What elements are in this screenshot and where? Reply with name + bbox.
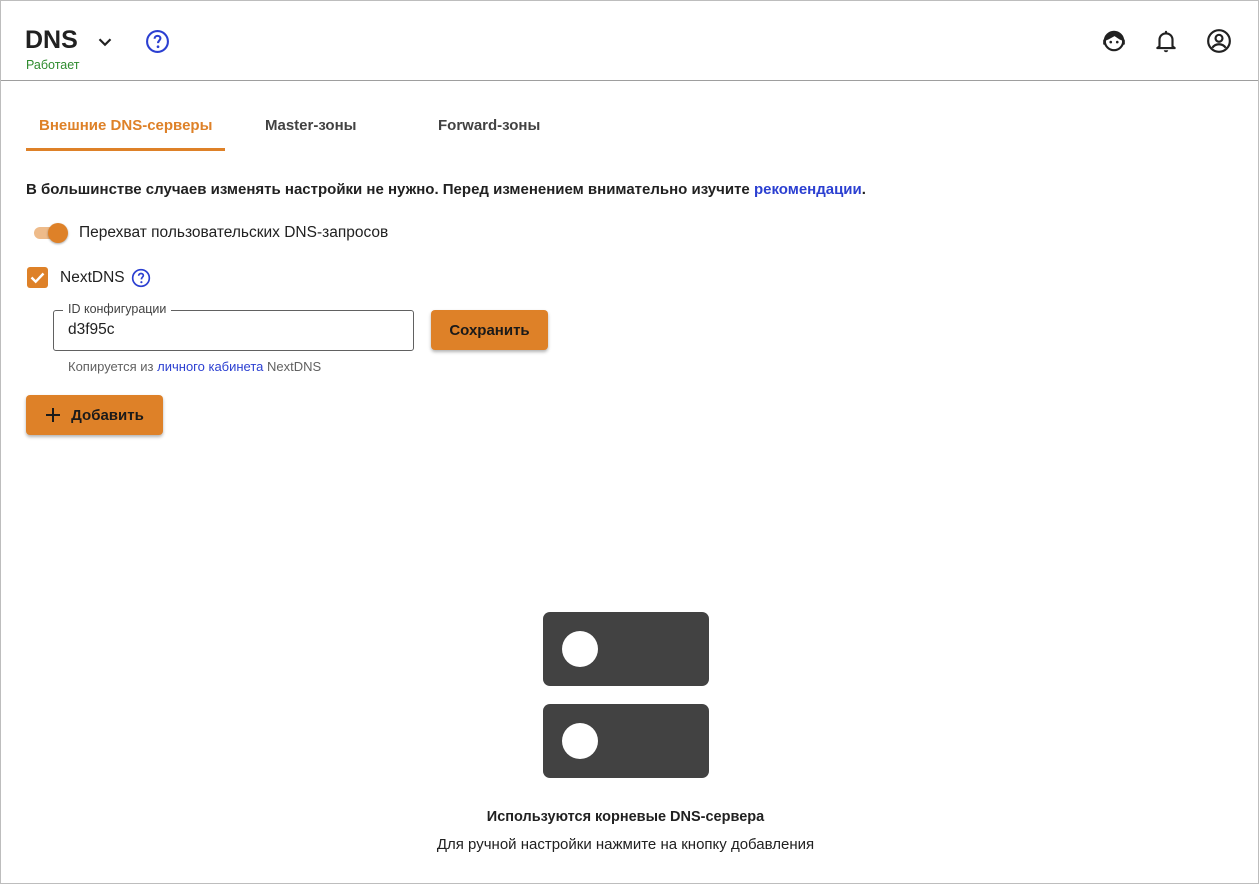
add-button[interactable]: Добавить [26,395,163,435]
config-id-label: ID конфигурации [63,302,172,316]
config-id-value[interactable]: d3f95c [68,321,115,339]
help-circle-icon[interactable] [145,29,170,54]
empty-state-title: Используются корневые DNS-сервера [486,809,765,825]
plus-icon [46,408,61,422]
check-icon [30,272,45,284]
nextdns-label: NextDNS [60,269,125,286]
status-text: Работает [26,58,80,72]
tab-forward-zones[interactable]: Forward-зоны [438,117,540,134]
helper-prefix: Копируется из [68,359,158,374]
notice-text: В большинстве случаев изменять настройки… [26,181,754,198]
helper-suffix: NextDNS [263,359,322,374]
config-id-helper: Копируется из личного кабинета NextDNS [68,359,321,374]
empty-state-subtitle: Для ручной настройки нажмите на кнопку д… [436,836,815,853]
chevron-down-icon[interactable] [94,31,116,53]
dns-intercept-label: Перехват пользовательских DNS-запросов [79,224,389,241]
dns-intercept-toggle[interactable] [32,223,68,243]
notice-end: . [861,181,866,198]
active-tab-indicator [26,148,225,151]
settings-notice: В большинстве случаев изменять настройки… [26,181,866,198]
tab-master-zones[interactable]: Master-зоны [265,117,356,134]
help-circle-icon[interactable] [131,268,151,288]
tab-external-dns[interactable]: Внешние DNS-серверы [39,117,212,134]
page-title: DNS [25,26,78,54]
server-icon [543,612,709,778]
bell-icon[interactable] [1153,28,1179,54]
add-button-label: Добавить [71,406,144,424]
recommendations-link[interactable]: рекомендации [754,181,862,198]
account-circle-icon[interactable] [1206,28,1232,54]
save-button[interactable]: Сохранить [431,310,548,350]
nextdns-checkbox[interactable] [27,267,48,288]
toggle-thumb [48,223,68,243]
personal-account-link[interactable]: личного кабинета [157,359,263,374]
app-header: DNS Работает [1,1,1258,81]
support-agent-icon[interactable] [1101,28,1127,54]
